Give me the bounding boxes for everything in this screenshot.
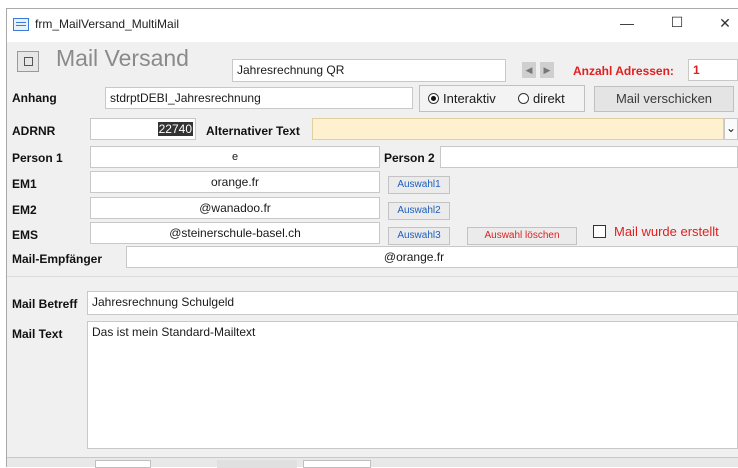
- alt-text-label: Alternativer Text: [206, 124, 300, 138]
- em1-field[interactable]: orange.fr: [90, 171, 380, 193]
- person1-field[interactable]: e: [90, 146, 380, 168]
- person2-label: Person 2: [384, 151, 435, 165]
- record-navigation-bar: [7, 457, 738, 468]
- radio-direct[interactable]: [518, 93, 529, 104]
- maximize-button[interactable]: ☐: [662, 14, 692, 31]
- em1-label: EM1: [12, 177, 37, 191]
- chevron-down-icon: ⌄: [725, 121, 737, 135]
- mail-created-checkbox[interactable]: [593, 225, 606, 238]
- ems-field[interactable]: @steinerschule-basel.ch: [90, 222, 380, 244]
- app-icon: [13, 18, 29, 31]
- mail-created-label: Mail wurde erstellt: [614, 224, 719, 239]
- auswahl3-button[interactable]: Auswahl3: [388, 227, 450, 245]
- report-name-field[interactable]: Jahresrechnung QR: [232, 59, 506, 82]
- mail-text-area[interactable]: Das ist mein Standard-Mailtext: [87, 321, 738, 449]
- minimize-button[interactable]: —: [612, 15, 642, 31]
- subject-label: Mail Betreff: [12, 297, 78, 311]
- address-count-label: Anzahl Adressen:: [573, 64, 674, 78]
- subject-field[interactable]: Jahresrechnung Schulgeld: [87, 291, 738, 315]
- send-mail-button[interactable]: Mail verschicken: [594, 86, 734, 112]
- form-icon[interactable]: [17, 51, 39, 72]
- mail-text-label: Mail Text: [12, 327, 63, 341]
- alt-text-dropdown-button[interactable]: ⌄: [724, 118, 738, 140]
- recipient-label: Mail-Empfänger: [12, 252, 103, 266]
- em2-field[interactable]: @wanadoo.fr: [90, 197, 380, 219]
- section-divider: [7, 276, 738, 277]
- window-title: frm_MailVersand_MultiMail: [35, 17, 180, 31]
- adrnr-field[interactable]: 22740: [90, 118, 196, 140]
- person1-label: Person 1: [12, 151, 63, 165]
- clear-selection-button[interactable]: Auswahl löschen: [467, 227, 577, 245]
- recipient-field[interactable]: @orange.fr: [126, 246, 738, 268]
- form-title: Mail Versand: [56, 45, 189, 71]
- next-record-button[interactable]: ▶: [540, 62, 554, 78]
- alt-text-field[interactable]: [312, 118, 724, 140]
- person2-field[interactable]: [440, 146, 738, 168]
- adrnr-value: 22740: [157, 122, 193, 136]
- anhang-label: Anhang: [12, 91, 57, 105]
- adrnr-label: ADRNR: [12, 124, 56, 138]
- prev-record-button[interactable]: ◀: [522, 62, 536, 78]
- anhang-field[interactable]: stdrptDEBI_Jahresrechnung: [105, 87, 413, 109]
- ems-label: EMS: [12, 228, 39, 242]
- em2-label: EM2: [12, 203, 37, 217]
- address-count-field[interactable]: 1: [688, 59, 738, 81]
- auswahl2-button[interactable]: Auswahl2: [388, 202, 450, 220]
- auswahl1-button[interactable]: Auswahl1: [388, 176, 450, 194]
- radio-interactive-label: Interaktiv: [443, 91, 496, 106]
- radio-direct-label: direkt: [533, 91, 565, 106]
- close-button[interactable]: ✕: [710, 15, 738, 32]
- radio-interactive[interactable]: [428, 93, 439, 104]
